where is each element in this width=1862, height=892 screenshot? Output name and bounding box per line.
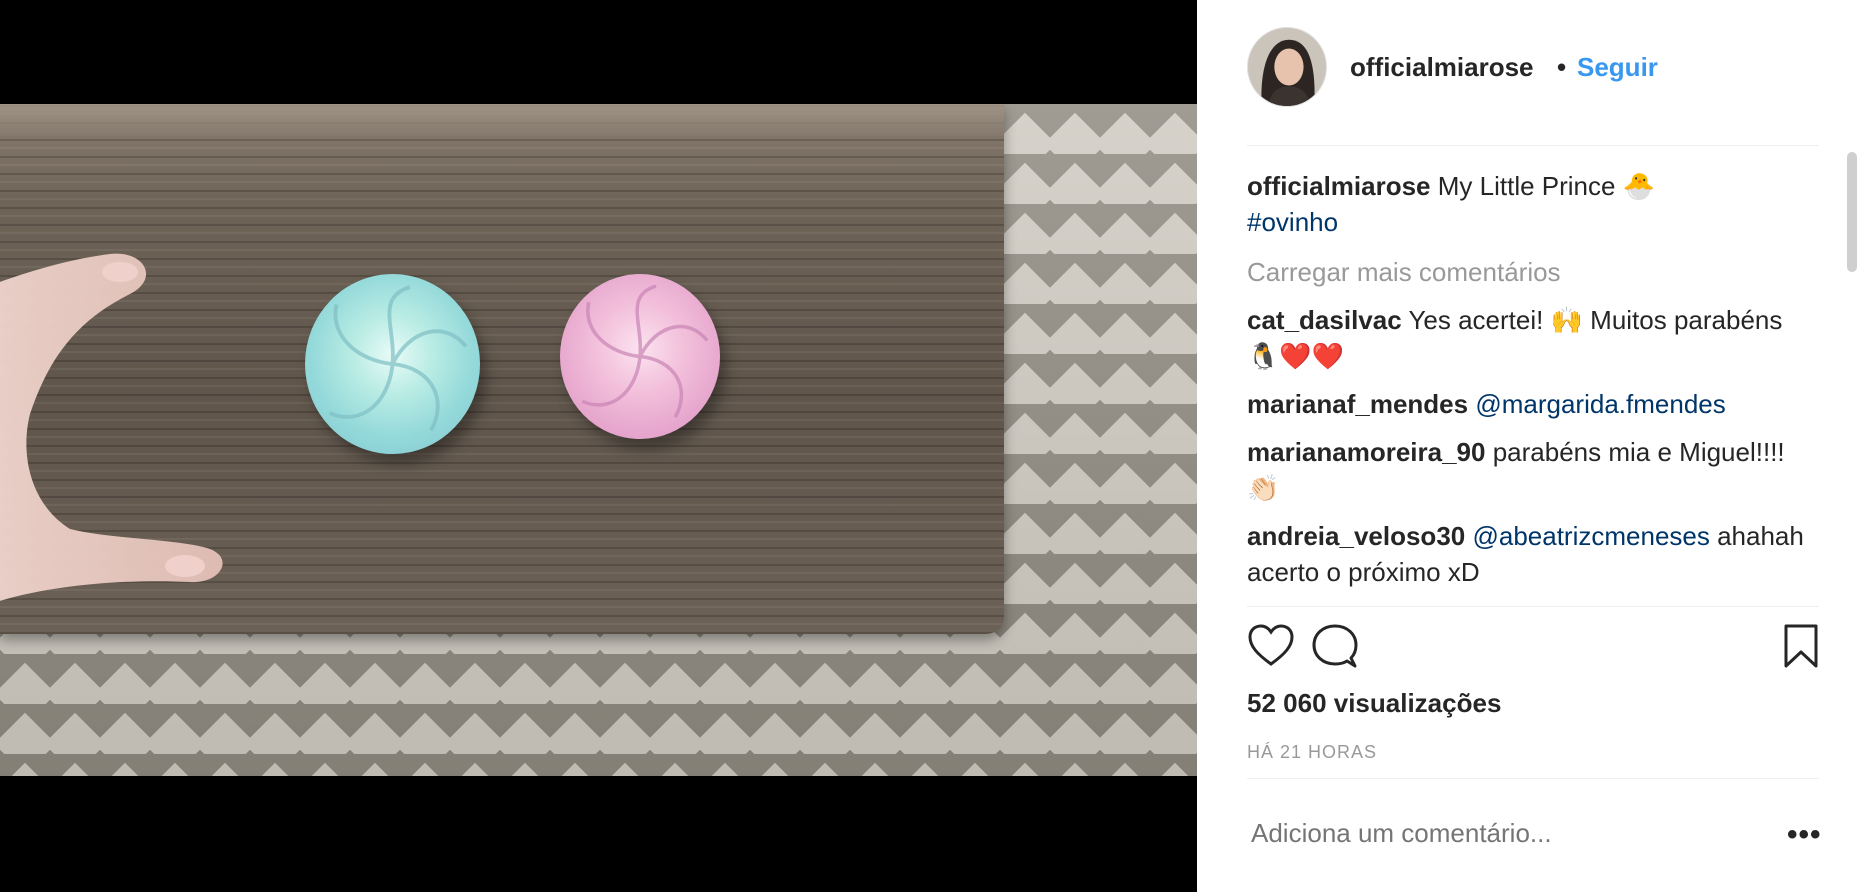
comments-list[interactable]: officialmiarose My Little Prince 🐣 #ovin… <box>1247 168 1807 600</box>
caption-username[interactable]: officialmiarose <box>1247 171 1431 201</box>
hand-image <box>0 253 223 601</box>
bookmark-icon[interactable] <box>1777 622 1825 670</box>
load-more-comments-link[interactable]: Carregar mais comentários <box>1247 254 1807 290</box>
avatar[interactable] <box>1247 27 1327 107</box>
comment-icon[interactable] <box>1311 622 1359 670</box>
header-username[interactable]: officialmiarose <box>1350 52 1534 83</box>
caption: officialmiarose My Little Prince 🐣 #ovin… <box>1247 168 1807 240</box>
comment-mention[interactable]: @margarida.fmendes <box>1475 389 1725 419</box>
comment-username[interactable]: marianamoreira_90 <box>1247 437 1485 467</box>
follow-button[interactable]: Seguir <box>1577 52 1658 83</box>
header-separator: • <box>1557 52 1567 82</box>
comment-input-divider <box>1247 778 1819 779</box>
comment-mention[interactable]: @abeatrizcmeneses <box>1472 521 1709 551</box>
comment-item: cat_dasilvac Yes acertei! 🙌 Muitos parab… <box>1247 302 1807 374</box>
post-media[interactable] <box>0 0 1197 892</box>
post-side-panel: officialmiarose • Seguir officialmiarose… <box>1197 0 1862 892</box>
comment-username[interactable]: andreia_veloso30 <box>1247 521 1465 551</box>
more-options-button[interactable]: ••• <box>1787 818 1822 852</box>
caption-text: My Little Prince 🐣 <box>1437 171 1656 201</box>
blue-meringue <box>305 274 480 454</box>
actions-divider <box>1247 606 1819 607</box>
caption-hashtag[interactable]: #ovinho <box>1247 207 1338 237</box>
pink-meringue <box>560 274 720 439</box>
comment-username[interactable]: marianaf_mendes <box>1247 389 1468 419</box>
post-header: officialmiarose • Seguir <box>1197 0 1862 140</box>
heart-icon[interactable] <box>1247 622 1295 670</box>
video-player[interactable] <box>0 104 1197 776</box>
comment-username[interactable]: cat_dasilvac <box>1247 305 1402 335</box>
view-count[interactable]: 52 060 visualizações <box>1247 688 1501 719</box>
comments-scrollbar[interactable] <box>1847 152 1857 272</box>
add-comment-input[interactable] <box>1251 818 1751 849</box>
header-divider <box>1247 145 1819 146</box>
comment-item: marianaf_mendes @margarida.fmendes <box>1247 386 1807 422</box>
comment-item: andreia_veloso30 @abeatrizcmeneses ahaha… <box>1247 518 1807 590</box>
post-timestamp[interactable]: HÁ 21 HORAS <box>1247 742 1377 763</box>
comment-item: marianamoreira_90 parabéns mia e Miguel!… <box>1247 434 1807 506</box>
action-bar <box>1247 622 1819 672</box>
board-edge <box>0 104 1004 136</box>
